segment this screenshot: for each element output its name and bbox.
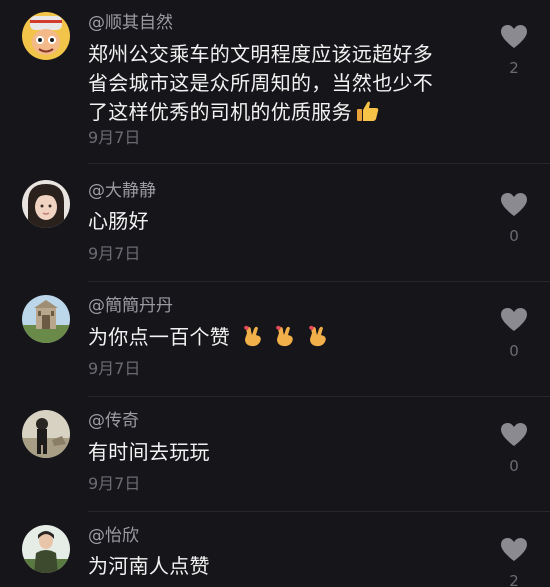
comment-date: 9月7日 <box>88 244 141 263</box>
finger-heart-icon <box>273 323 295 355</box>
comment-text-segment: 了这样优秀的司机的优质服务 <box>88 100 352 124</box>
comment-item: @怡欣 为河南人点赞 2 <box>0 515 550 587</box>
finger-heart-icon <box>306 323 328 355</box>
like-button[interactable]: 0 <box>496 422 532 475</box>
heart-icon <box>501 193 527 216</box>
like-button[interactable]: 2 <box>496 537 532 587</box>
comment-username[interactable]: @大静静 <box>88 180 156 202</box>
divider <box>88 163 550 164</box>
comment-text-line: 了这样优秀的司机的优质服务 <box>88 98 488 130</box>
divider <box>88 511 550 512</box>
comment-text: 郑州公交乘车的文明程度应该远超好多 省会城市这是众所周知的，当然也少不 了这样优… <box>88 40 488 130</box>
comment-username[interactable]: @怡欣 <box>88 525 139 547</box>
comment-username[interactable]: @簡簡丹丹 <box>88 295 173 317</box>
avatar[interactable] <box>22 525 70 573</box>
comment-text: 为河南人点赞 <box>88 554 210 578</box>
heart-icon <box>501 538 527 561</box>
heart-icon <box>501 308 527 331</box>
avatar[interactable] <box>22 180 70 228</box>
comment-date: 9月7日 <box>88 359 141 378</box>
like-count: 0 <box>509 342 519 360</box>
avatar[interactable] <box>22 12 70 60</box>
like-count: 2 <box>509 59 519 77</box>
finger-heart-icon <box>241 323 263 355</box>
thumbs-up-icon <box>356 100 380 130</box>
like-button[interactable]: 2 <box>496 24 532 77</box>
comment-text: 为你点一百个赞 <box>88 323 488 355</box>
like-count: 2 <box>509 572 519 587</box>
like-button[interactable]: 0 <box>496 307 532 360</box>
comment-text: 有时间去玩玩 <box>88 440 210 464</box>
comment-text-line: 郑州公交乘车的文明程度应该远超好多 <box>88 42 434 66</box>
comment-text-segment: 为你点一百个赞 <box>88 325 231 349</box>
heart-icon <box>501 423 527 446</box>
comment-username[interactable]: @传奇 <box>88 410 139 432</box>
comment-item: @传奇 有时间去玩玩 9月7日 0 <box>0 400 550 510</box>
divider <box>88 396 550 397</box>
divider <box>88 281 550 282</box>
comment-item: @簡簡丹丹 为你点一百个赞 9月7日 0 <box>0 285 550 395</box>
comment-text: 心肠好 <box>88 209 149 233</box>
comment-date: 9月7日 <box>88 474 141 493</box>
like-count: 0 <box>509 457 519 475</box>
comment-username[interactable]: @顺其自然 <box>88 12 173 34</box>
comment-item: @大静静 心肠好 9月7日 0 <box>0 170 550 280</box>
avatar[interactable] <box>22 410 70 458</box>
heart-icon <box>501 25 527 48</box>
like-count: 0 <box>509 227 519 245</box>
comment-item: @顺其自然 郑州公交乘车的文明程度应该远超好多 省会城市这是众所周知的，当然也少… <box>0 0 550 160</box>
avatar[interactable] <box>22 295 70 343</box>
like-button[interactable]: 0 <box>496 192 532 245</box>
comment-date: 9月7日 <box>88 128 141 147</box>
comment-list[interactable]: @顺其自然 郑州公交乘车的文明程度应该远超好多 省会城市这是众所周知的，当然也少… <box>0 0 550 587</box>
comment-text-line: 省会城市这是众所周知的，当然也少不 <box>88 71 434 95</box>
